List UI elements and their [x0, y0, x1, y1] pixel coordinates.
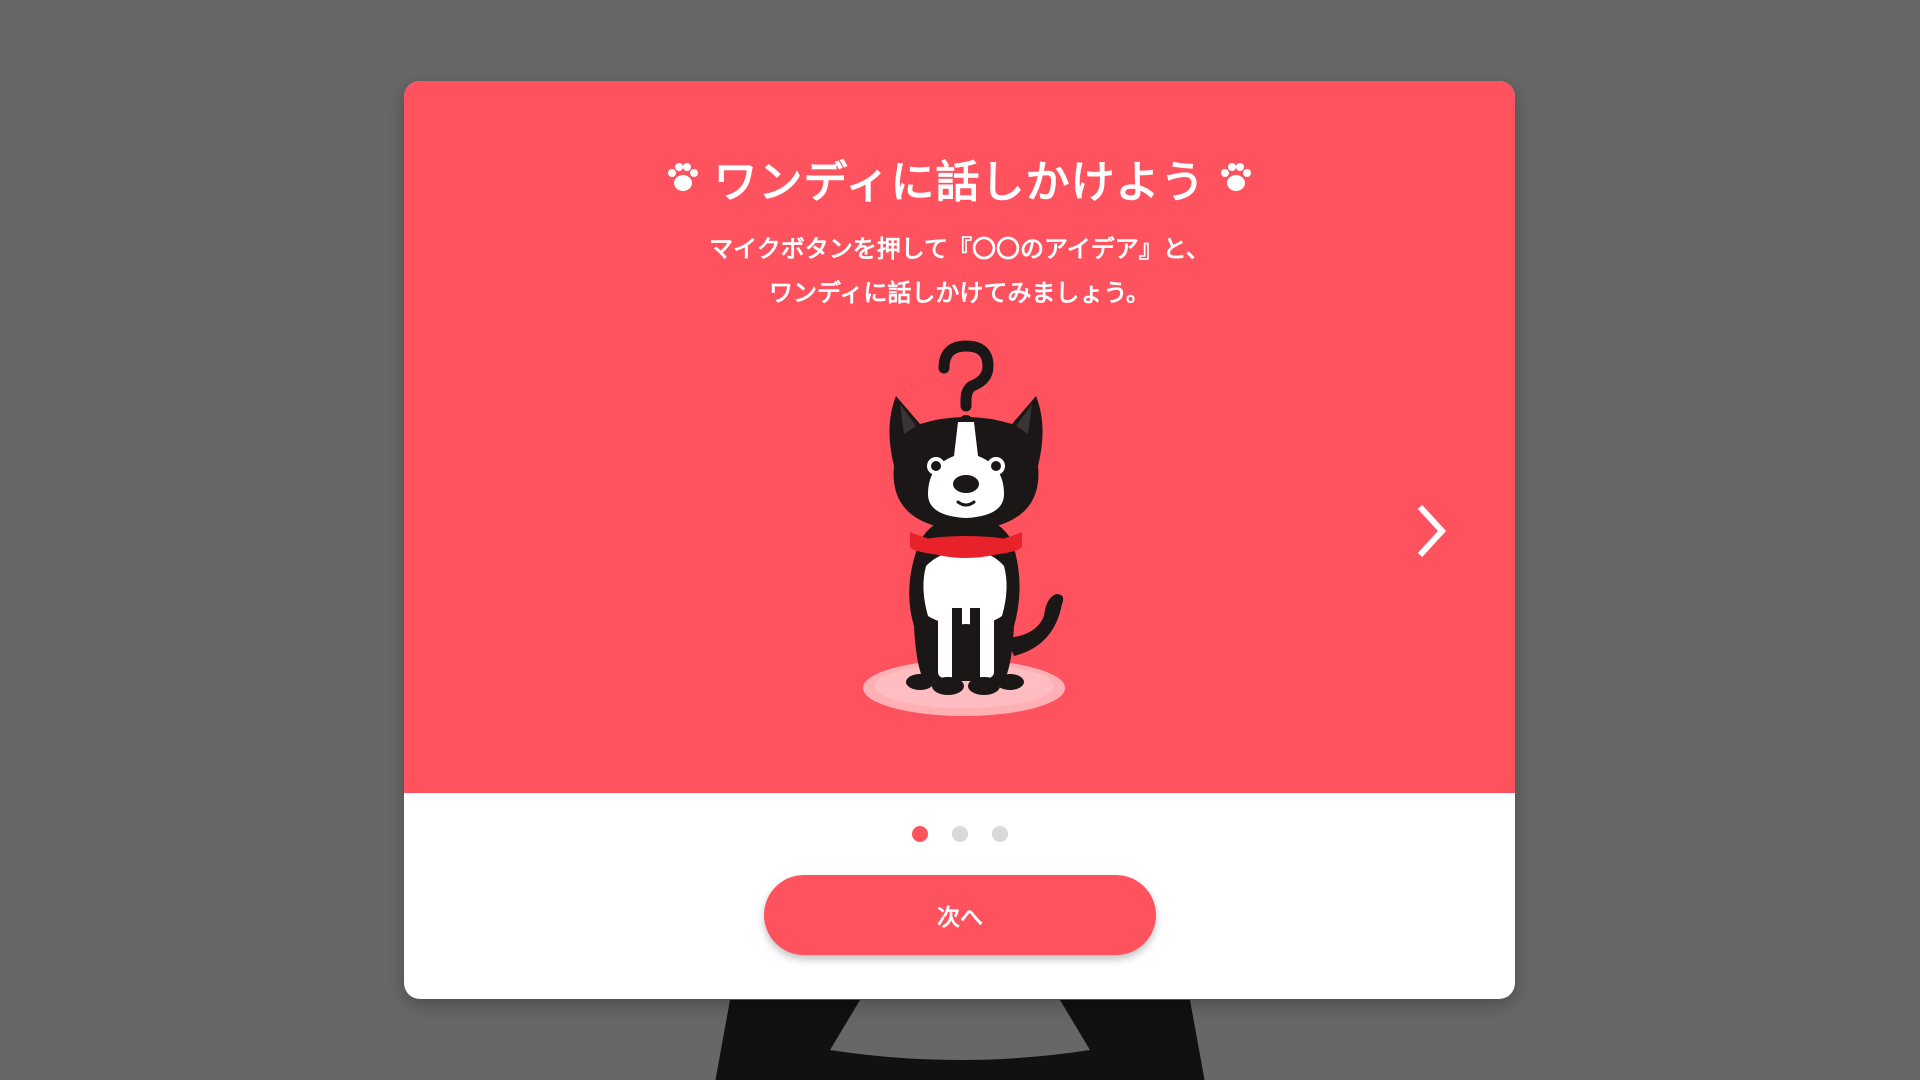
modal-subtitle: マイクボタンを押して『〇〇のアイデア』と、 ワンディに話しかけてみましょう。: [404, 227, 1515, 315]
onboarding-modal: ワンディに話しかけよう マイクボタンを押して『〇〇のアイデア』と、 ワンディに話…: [404, 81, 1515, 999]
screen: ワンディに話しかけよう マイクボタンを押して『〇〇のアイデア』と、 ワンディに話…: [0, 0, 1920, 1080]
background-dog-illustration: [715, 1000, 1205, 1080]
pagination-dot[interactable]: [991, 826, 1008, 842]
modal-title: ワンディに話しかけよう: [713, 157, 1206, 208]
hero-panel: ワンディに話しかけよう マイクボタンを押して『〇〇のアイデア』と、 ワンディに話…: [404, 81, 1515, 793]
pagination-dot[interactable]: [951, 826, 968, 842]
subtitle-line-1: マイクボタンを押して『〇〇のアイデア』と、: [709, 235, 1210, 263]
title-row: ワンディに話しかけよう: [404, 143, 1515, 213]
paw-icon: [1221, 163, 1252, 191]
chevron-right-icon[interactable]: [1414, 501, 1454, 561]
pagination-dots: [404, 826, 1515, 846]
pagination-dot-active[interactable]: [911, 826, 928, 842]
next-button[interactable]: 次へ: [764, 875, 1156, 955]
dog-mascot-illustration: [863, 340, 1065, 716]
subtitle-line-2: ワンディに話しかけてみましょう。: [769, 279, 1150, 307]
paw-icon: [667, 163, 698, 191]
